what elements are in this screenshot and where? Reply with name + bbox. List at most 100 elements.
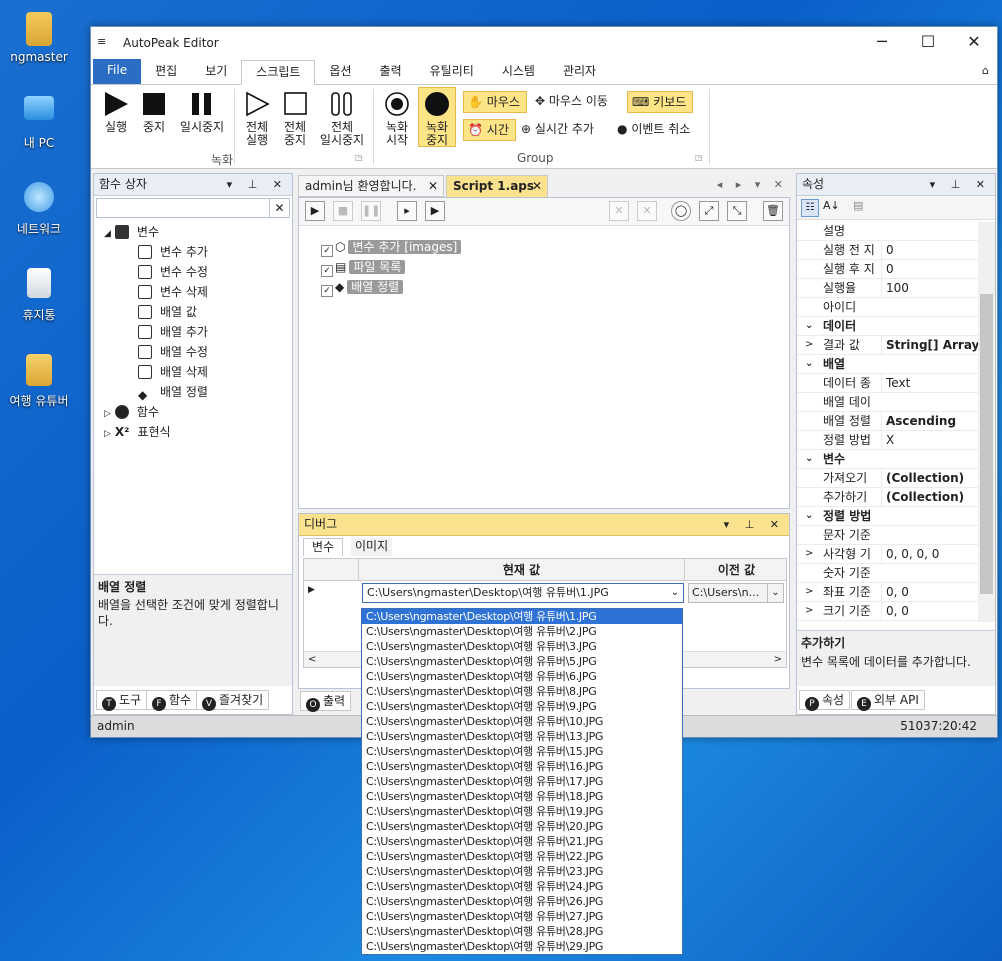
function-search-input[interactable]: ✕	[96, 198, 290, 218]
property-row[interactable]: 가져오기 (Collection)	[797, 469, 978, 488]
trash-icon[interactable]: 🗑	[763, 201, 783, 221]
categorized-icon[interactable]: ☷	[801, 199, 819, 217]
dropdown-option[interactable]: C:\Users\ngmaster\Desktop\여행 유튜버\1.JPG	[362, 609, 682, 624]
property-row[interactable]: 실행율 100	[797, 279, 978, 298]
property-row[interactable]: 추가하기 (Collection)	[797, 488, 978, 507]
property-row[interactable]: > 결과 값 String[] Array	[797, 336, 979, 355]
remove-icon[interactable]: ✕	[609, 201, 629, 221]
tab-options[interactable]: 옵션	[315, 60, 365, 84]
stop-icon[interactable]: ■	[333, 201, 353, 221]
check-icon[interactable]: ✓	[321, 285, 333, 297]
tab-favorites[interactable]: V 즐겨찾기	[196, 690, 270, 711]
tab-tools[interactable]: T 도구	[96, 690, 148, 711]
dropdown-option[interactable]: C:\Users\ngmaster\Desktop\여행 유튜버\26.JPG	[362, 894, 682, 909]
prev-value-combo[interactable]: C:\Users\n... ⌄	[688, 583, 784, 603]
property-value[interactable]: String[] Array	[881, 336, 979, 354]
close-tab-icon[interactable]: ✕	[428, 176, 438, 196]
dropdown-option[interactable]: C:\Users\ngmaster\Desktop\여행 유튜버\5.JPG	[362, 654, 682, 669]
tab-properties[interactable]: P 속성	[799, 690, 851, 711]
dropdown-option[interactable]: C:\Users\ngmaster\Desktop\여행 유튜버\29.JPG	[362, 939, 682, 954]
pause-all-button[interactable]: 전체 일시중지	[315, 91, 369, 147]
property-pages-icon[interactable]: ▤	[853, 199, 863, 212]
dropdown-option[interactable]: C:\Users\ngmaster\Desktop\여행 유튜버\8.JPG	[362, 684, 682, 699]
step-over-icon[interactable]: ▶	[425, 201, 445, 221]
panel-controls[interactable]: ▾ ⊥ ✕	[227, 174, 288, 195]
run-button[interactable]: 실행	[101, 91, 131, 134]
dropdown-option[interactable]: C:\Users\ngmaster\Desktop\여행 유튜버\6.JPG	[362, 669, 682, 684]
tree-item-array-edit[interactable]: 배열 수정	[138, 342, 208, 362]
tree-item-var-delete[interactable]: 변수 삭제	[138, 282, 208, 302]
desktop-icon-folder[interactable]: 여행 유튜버	[0, 354, 78, 409]
tab-nav-controls[interactable]: ◂ ▸ ▾ ✕	[717, 178, 788, 191]
tab-utility[interactable]: 유틸리티	[416, 60, 488, 84]
property-row[interactable]: 배열 정렬 Ascending	[797, 412, 978, 431]
keyboard-button[interactable]: ⌨ 키보드	[627, 91, 694, 113]
dropdown-option[interactable]: C:\Users\ngmaster\Desktop\여행 유튜버\23.JPG	[362, 864, 682, 879]
chevron-down-icon[interactable]: ⌄	[671, 584, 679, 602]
step-icon[interactable]: ▸	[397, 201, 417, 221]
dropdown-option[interactable]: C:\Users\ngmaster\Desktop\여행 유튜버\13.JPG	[362, 729, 682, 744]
tree-item-var-edit[interactable]: 변수 수정	[138, 262, 208, 282]
tree-item-array-sort[interactable]: ◆ 배열 정렬	[138, 382, 208, 402]
tree-node-variables[interactable]: ◢ 변수	[104, 222, 159, 242]
dropdown-option[interactable]: C:\Users\ngmaster\Desktop\여행 유튜버\17.JPG	[362, 774, 682, 789]
tab-file[interactable]: File	[93, 59, 142, 84]
tab-admin[interactable]: 관리자	[549, 60, 610, 84]
panel-controls[interactable]: ▾ ⊥ ✕	[724, 514, 785, 535]
collapse-icon[interactable]: ⌄	[805, 355, 813, 373]
tab-script-1[interactable]: Script 1.aps ✕	[446, 175, 548, 197]
tab-functions[interactable]: F 함수	[146, 690, 198, 711]
vertical-scrollbar[interactable]	[978, 222, 995, 622]
desktop-icon-network[interactable]: 네트워크	[0, 182, 78, 237]
dropdown-option[interactable]: C:\Users\ngmaster\Desktop\여행 유튜버\3.JPG	[362, 639, 682, 654]
property-row[interactable]: 실행 전 지 0	[797, 241, 978, 260]
script-node[interactable]: ✓ ⬡ 변수 추가 [images]	[321, 238, 462, 258]
debug-tab-variables[interactable]: 변수	[303, 538, 344, 556]
dropdown-option[interactable]: C:\Users\ngmaster\Desktop\여행 유튜버\10.JPG	[362, 714, 682, 729]
scroll-left-icon[interactable]: <	[308, 652, 316, 667]
maximize-button[interactable]: ☐	[905, 27, 951, 59]
property-value[interactable]: (Collection)	[881, 488, 979, 506]
refresh-icon[interactable]: ◯	[671, 201, 691, 221]
property-category[interactable]: ⌄ 배열	[797, 355, 978, 374]
property-value[interactable]: 0, 0	[881, 602, 979, 620]
property-row[interactable]: > 사각형 기 0, 0, 0, 0	[797, 545, 978, 564]
property-row[interactable]: 설명	[797, 222, 978, 241]
dropdown-option[interactable]: C:\Users\ngmaster\Desktop\여행 유튜버\2.JPG	[362, 624, 682, 639]
remove-all-icon[interactable]: ✕	[637, 201, 657, 221]
group-launcher-icon[interactable]: ◳	[695, 153, 703, 162]
script-node[interactable]: ✓ ◆ 배열 정렬	[321, 278, 404, 298]
property-row[interactable]: > 크기 기준 0, 0	[797, 602, 978, 621]
desktop-icon-pc[interactable]: 내 PC	[0, 96, 78, 151]
tree-item-array-delete[interactable]: 배열 삭제	[138, 362, 208, 382]
clear-search-icon[interactable]: ✕	[269, 199, 289, 217]
dropdown-option[interactable]: C:\Users\ngmaster\Desktop\여행 유튜버\20.JPG	[362, 819, 682, 834]
property-row[interactable]: 숫자 기준	[797, 564, 978, 583]
dropdown-option[interactable]: C:\Users\ngmaster\Desktop\여행 유튜버\16.JPG	[362, 759, 682, 774]
dropdown-option[interactable]: C:\Users\ngmaster\Desktop\여행 유튜버\19.JPG	[362, 804, 682, 819]
tab-view[interactable]: 보기	[191, 60, 241, 84]
dropdown-option[interactable]: C:\Users\ngmaster\Desktop\여행 유튜버\21.JPG	[362, 834, 682, 849]
panel-controls[interactable]: ▾ ⊥ ✕	[930, 174, 991, 195]
dropdown-option[interactable]: C:\Users\ngmaster\Desktop\여행 유튜버\9.JPG	[362, 699, 682, 714]
property-row[interactable]: 데이터 종 Text	[797, 374, 978, 393]
property-value[interactable]: X	[881, 431, 979, 449]
expand-icon[interactable]: ▷	[104, 409, 111, 419]
tree-item-var-add[interactable]: 변수 추가	[138, 242, 208, 262]
debug-tab-images[interactable]: 이미지	[351, 538, 393, 556]
script-node[interactable]: ✓ ▤ 파일 목록	[321, 258, 406, 278]
current-value-combo[interactable]: C:\Users\ngmaster\Desktop\여행 유튜버\1.JPG ⌄	[362, 583, 684, 603]
property-category[interactable]: ⌄ 정렬 방법	[797, 507, 978, 526]
expand-icon[interactable]: >	[805, 583, 813, 601]
stop-all-button[interactable]: 전체 중지	[277, 91, 313, 147]
record-stop-button[interactable]: 녹화 중지	[418, 87, 456, 147]
dropdown-option[interactable]: C:\Users\ngmaster\Desktop\여행 유튜버\24.JPG	[362, 879, 682, 894]
property-row[interactable]: 실행 후 지 0	[797, 260, 978, 279]
run-all-button[interactable]: 전체 실행	[239, 91, 275, 147]
dropdown-option[interactable]: C:\Users\ngmaster\Desktop\여행 유튜버\27.JPG	[362, 909, 682, 924]
tree-node-functions[interactable]: ▷ 함수	[104, 402, 159, 422]
time-button[interactable]: ⏰ 시간	[463, 119, 516, 141]
desktop-icon-recycle[interactable]: 휴지통	[0, 268, 78, 323]
pause-button[interactable]: 일시중지	[175, 91, 229, 134]
realtime-add-button[interactable]: ⊕ 실시간 추가	[517, 119, 600, 141]
